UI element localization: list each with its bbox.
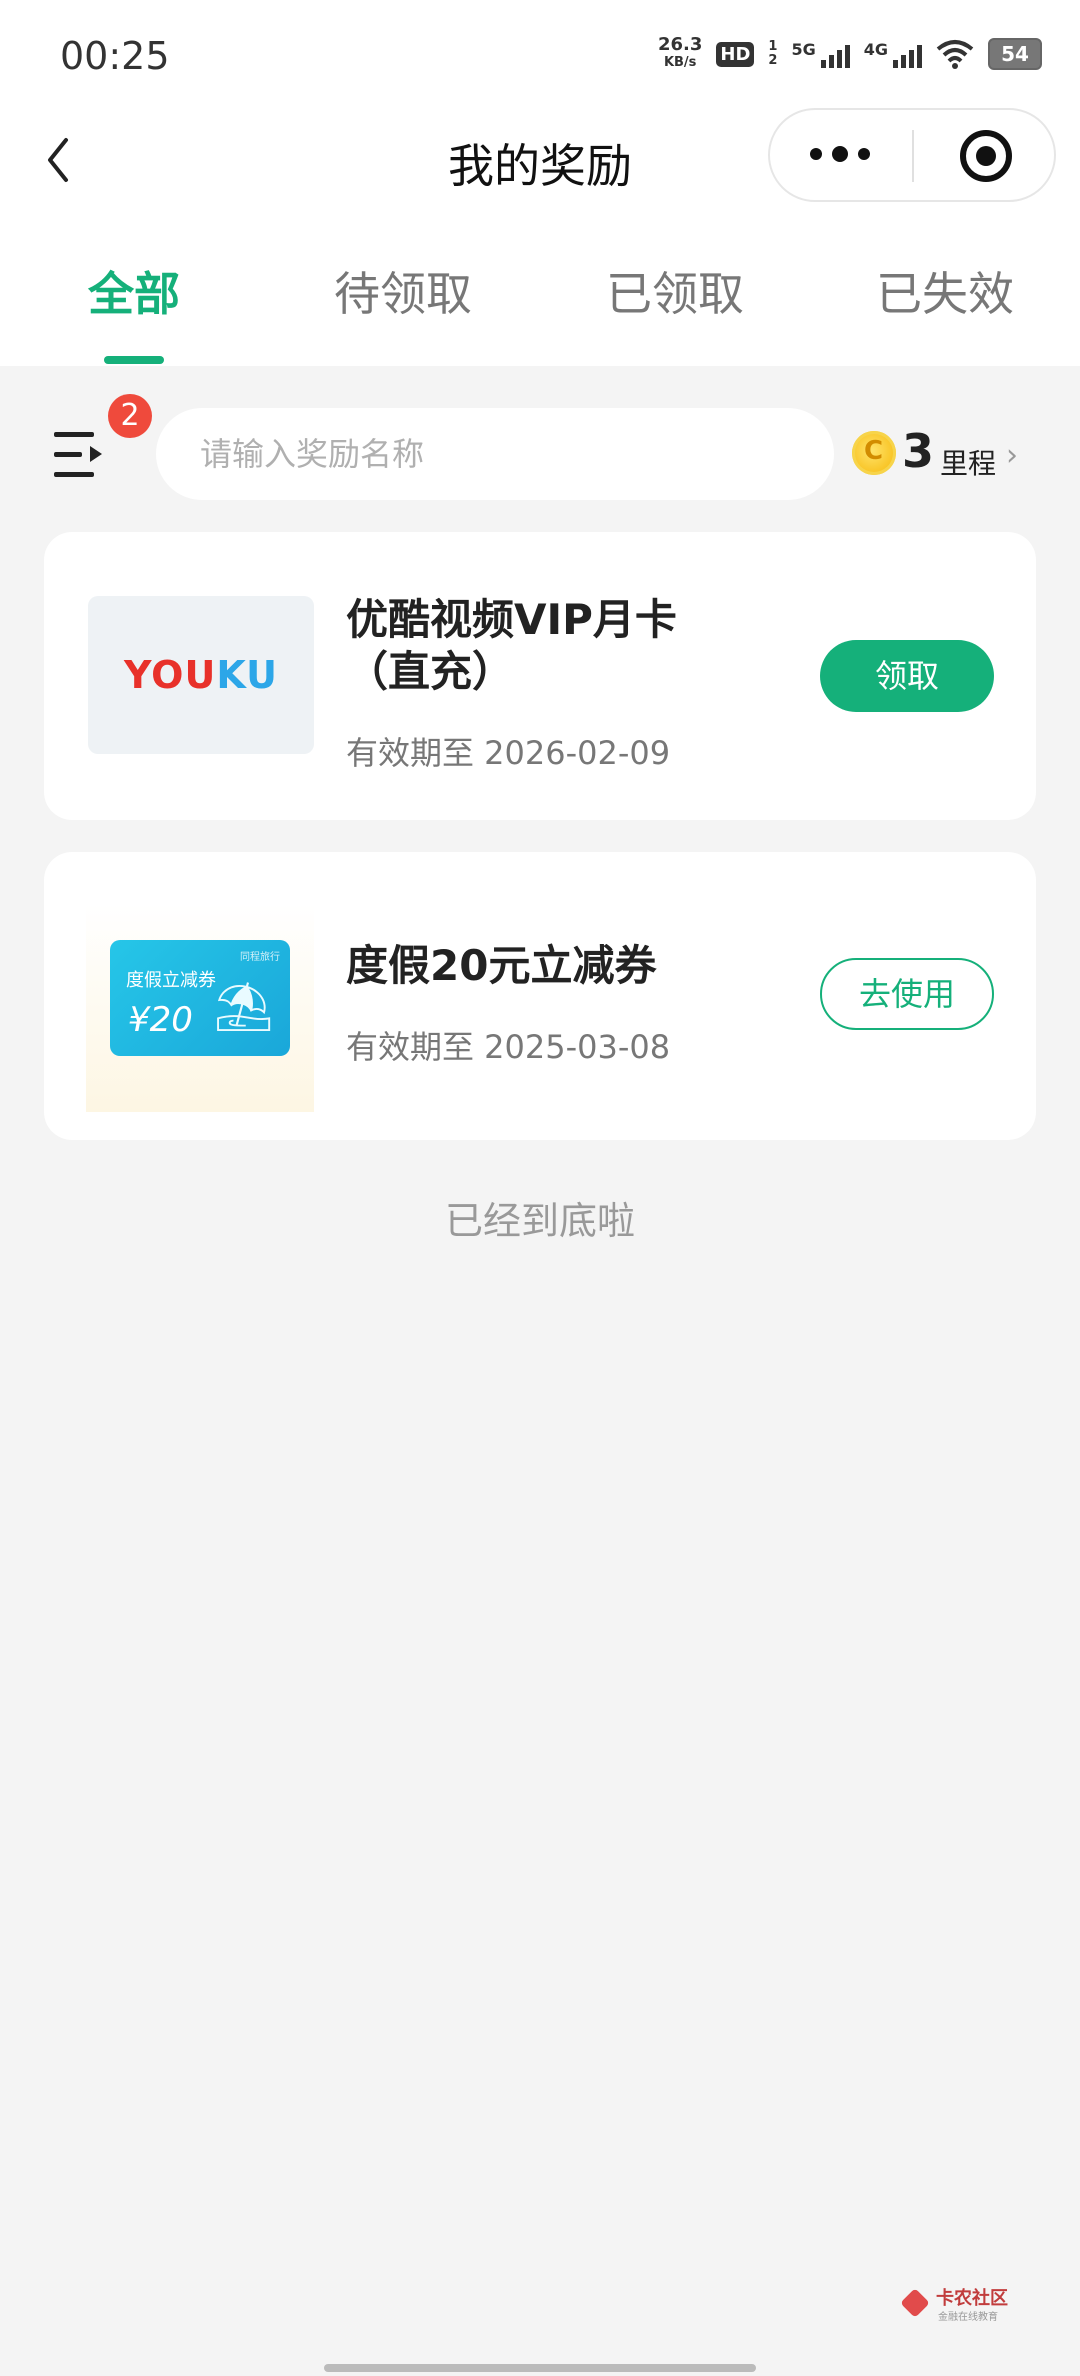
reward-expiry: 有效期至 2026-02-09 — [346, 734, 671, 772]
coupon-image: 同程旅行 度假立减券 ¥20 ⛱ — [110, 940, 290, 1056]
miles-unit[interactable]: 里程 — [940, 442, 996, 482]
capsule-divider — [912, 130, 914, 182]
active-tab-indicator — [104, 356, 164, 364]
signal-4g-icon: 4G — [864, 40, 922, 68]
reward-expiry: 有效期至 2025-03-08 — [346, 1028, 671, 1066]
use-button[interactable]: 去使用 — [820, 958, 994, 1030]
filter-count-badge: 2 — [108, 394, 152, 438]
youku-logo: YOUKU — [88, 596, 314, 754]
wifi-icon — [936, 40, 974, 69]
net-speed: 26.3 KB/s — [657, 34, 703, 71]
sim-indicator: 12 — [768, 39, 778, 68]
end-of-list-note: 已经到底啦 — [444, 1199, 635, 1243]
reward-name: 度假20元立减券 — [346, 941, 657, 990]
signal-5g-icon: 5G — [791, 40, 850, 68]
status-time: 00:25 — [60, 34, 170, 78]
hd-icon: HD — [716, 41, 755, 67]
tab-claimed[interactable]: 已领取 — [606, 258, 744, 324]
filter-menu-icon[interactable] — [54, 432, 102, 477]
watermark-logo-icon — [900, 2288, 930, 2318]
palm-tree-icon: ⛱ — [213, 979, 274, 1035]
tab-all[interactable]: 全部 — [88, 258, 180, 324]
coin-icon — [852, 431, 896, 475]
watermark: 卡农社区 金融在线教育 — [900, 2284, 1020, 2324]
chevron-right-icon[interactable]: › — [1006, 438, 1018, 473]
battery-icon: 54 — [988, 38, 1042, 70]
tab-pending[interactable]: 待领取 — [334, 258, 472, 324]
tab-expired[interactable]: 已失效 — [876, 258, 1014, 324]
home-indicator[interactable] — [324, 2364, 756, 2372]
reward-name: 优酷视频VIP月卡 （直充） — [346, 595, 677, 696]
claim-button[interactable]: 领取 — [820, 640, 994, 712]
miles-value[interactable]: 3 — [902, 424, 934, 478]
status-icons: 26.3 KB/s HD 12 5G 4G 54 — [658, 36, 1042, 72]
more-icon[interactable] — [810, 146, 870, 162]
search-input[interactable]: 请输入奖励名称 — [156, 408, 834, 500]
close-miniprogram-icon[interactable] — [960, 130, 1012, 182]
